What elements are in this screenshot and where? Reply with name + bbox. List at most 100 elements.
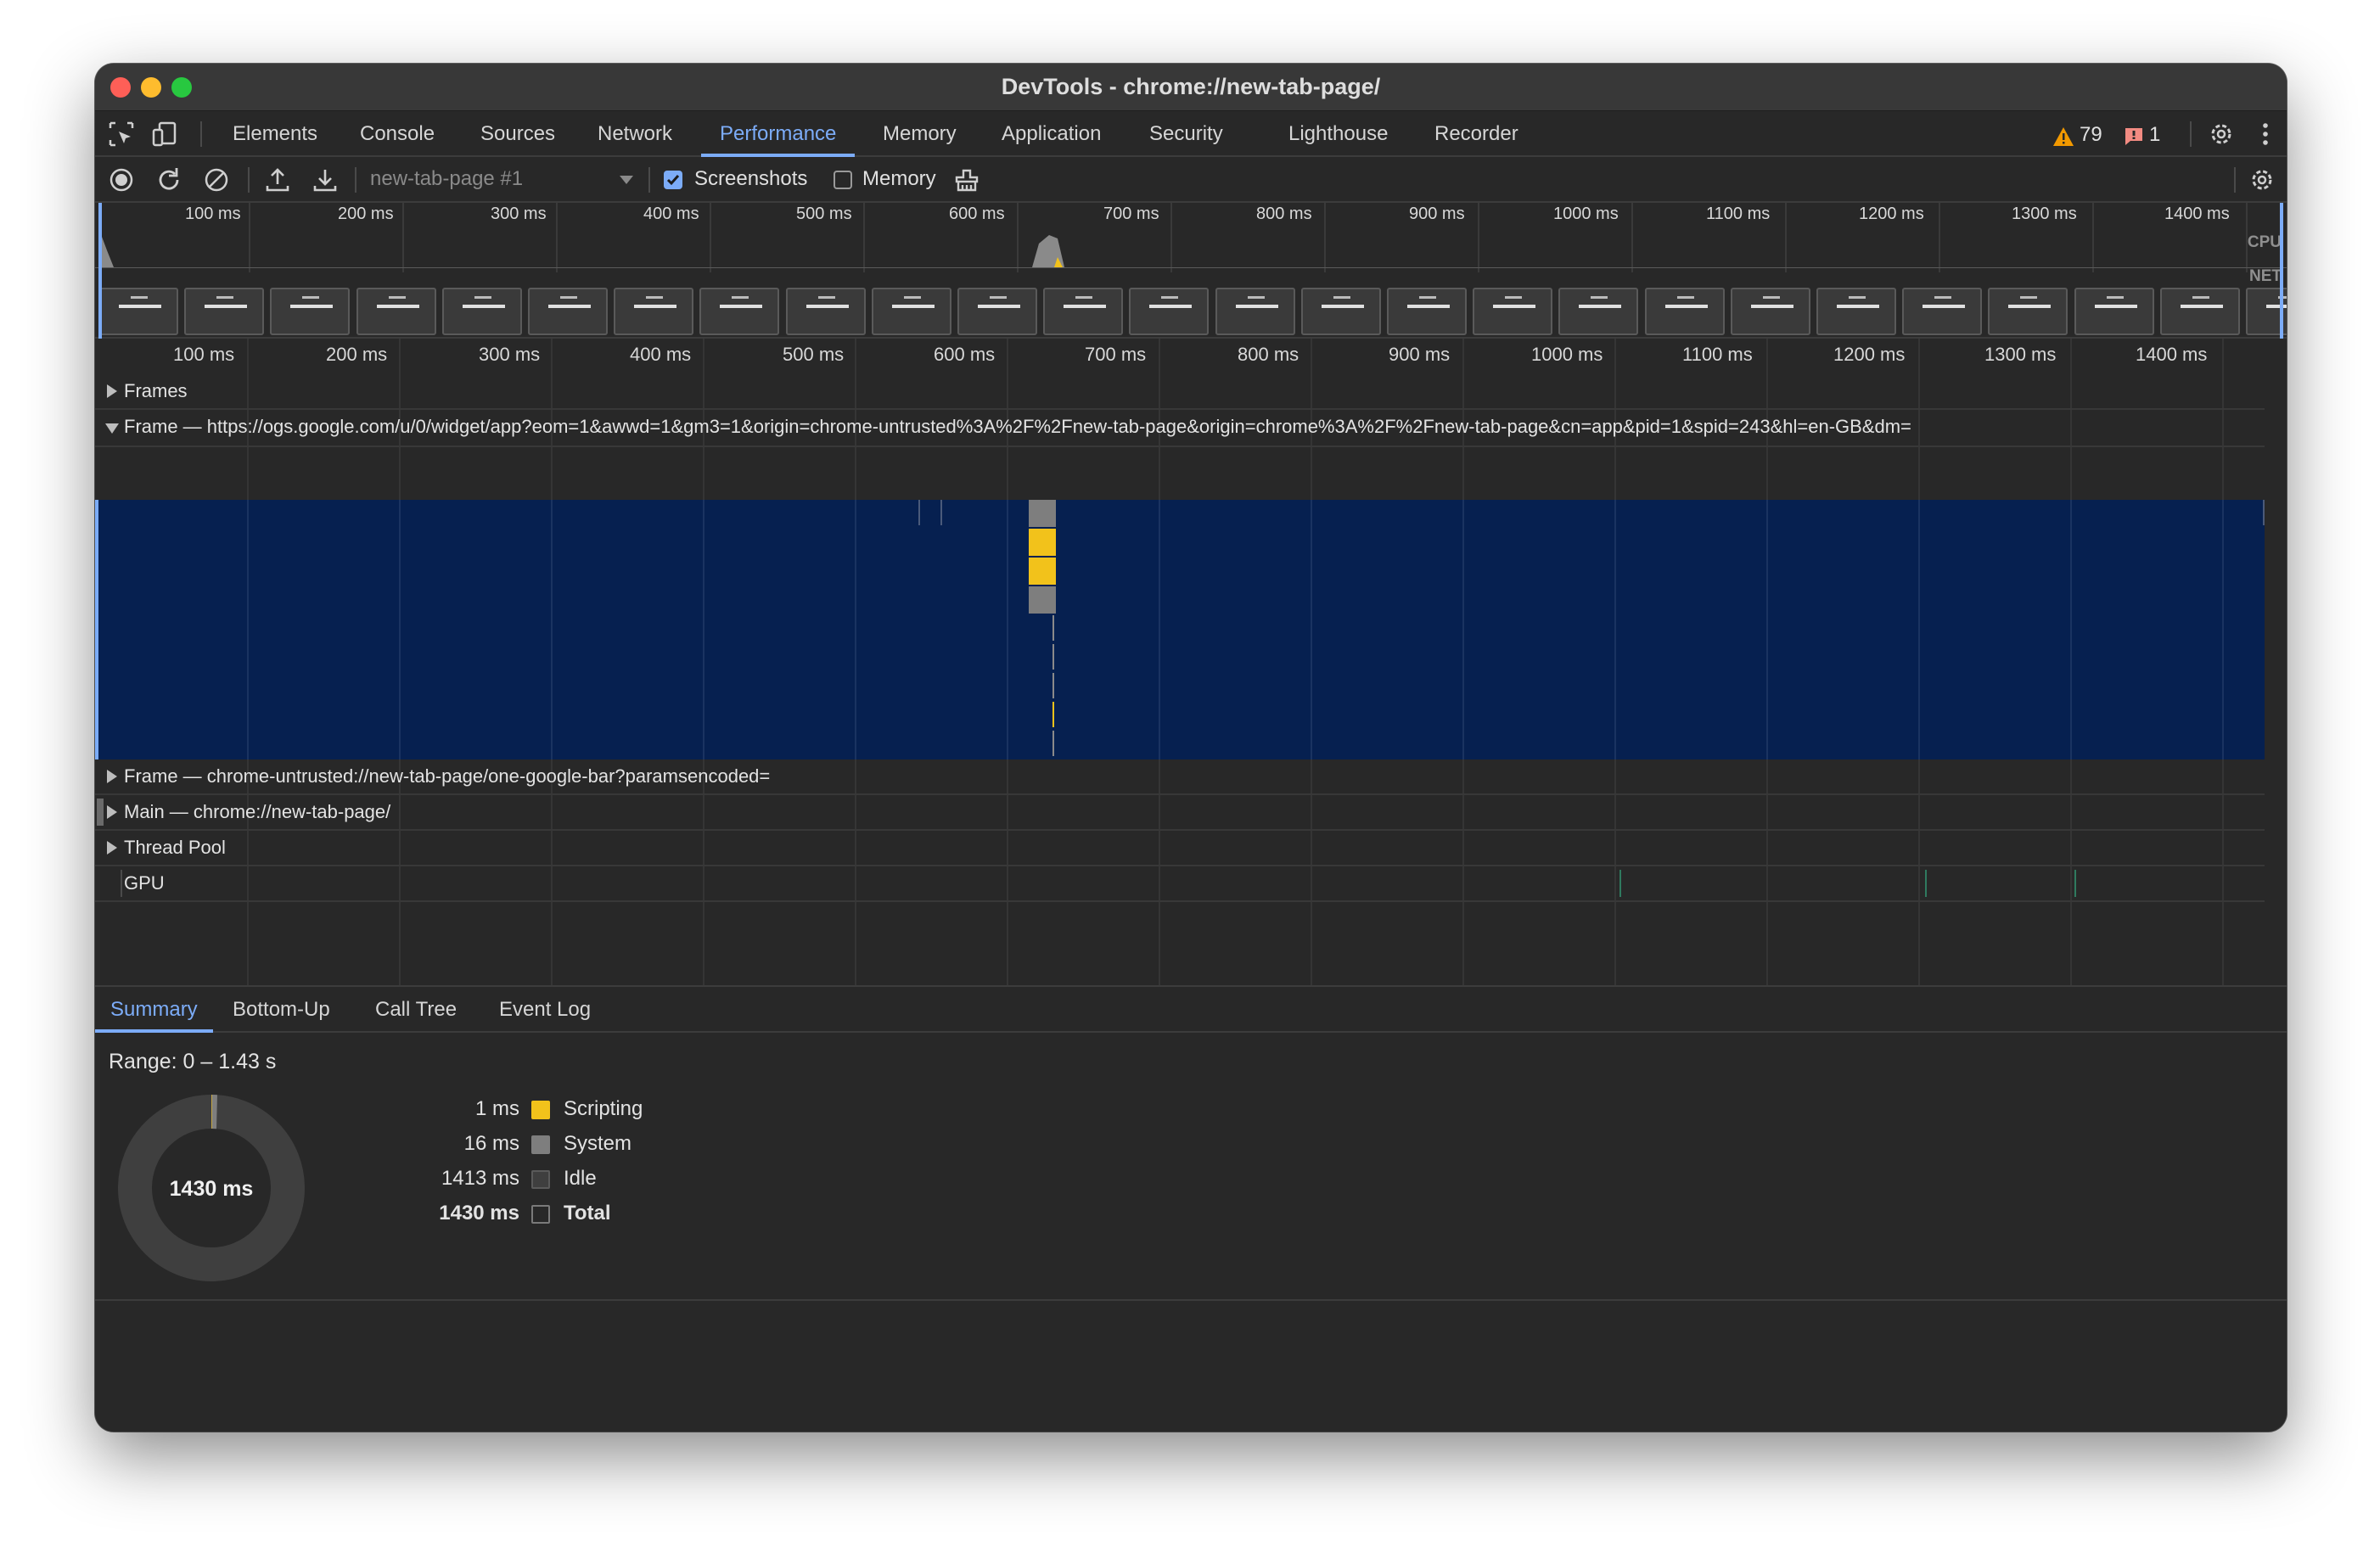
screenshot-thumbnail[interactable] [871,288,951,335]
screenshot-thumbnail[interactable] [1816,288,1896,335]
reload-record-icon[interactable] [154,165,183,194]
flame-chart[interactable]: 100 ms 200 ms 300 ms 400 ms 500 ms 600 m… [95,339,2287,985]
screenshot-filmstrip[interactable] [95,286,2287,339]
scripting-task-block[interactable] [1029,558,1056,585]
screenshot-thumbnail[interactable] [184,288,265,335]
gpu-task-marker[interactable] [2074,870,2076,897]
event-marker[interactable] [1052,644,1054,670]
screenshot-thumbnail[interactable] [1215,288,1295,335]
tab-sources[interactable]: Sources [462,111,574,157]
tab-bottom-up[interactable]: Bottom-Up [217,987,345,1033]
legend-row-idle: 1413 ms Idle [350,1167,689,1201]
screenshot-thumbnail[interactable] [1988,288,2068,335]
event-marker[interactable] [1052,731,1054,756]
download-icon[interactable] [311,165,340,194]
event-marker[interactable] [918,500,920,525]
screenshot-thumbnail[interactable] [1129,288,1210,335]
device-toolbar-icon[interactable] [151,120,180,149]
frame-gridline [855,500,856,759]
timeline-overview[interactable]: 100 ms 200 ms 300 ms 400 ms 500 ms 600 m… [95,203,2287,339]
screenshot-thumbnail[interactable] [1902,288,1983,335]
screenshot-thumbnail[interactable] [957,288,1037,335]
tab-summary[interactable]: Summary [95,987,213,1033]
screenshot-thumbnail[interactable] [785,288,866,335]
track-label: Thread Pool [124,837,226,858]
track-main[interactable]: Main — chrome://new-tab-page/ [95,795,2265,831]
event-marker[interactable] [1052,702,1054,727]
screenshot-thumbnail[interactable] [1473,288,1553,335]
error-count[interactable]: 1 [2149,123,2160,147]
expand-arrow-icon[interactable] [107,384,117,398]
track-frame-one-google-bar[interactable]: Frame — chrome-untrusted://new-tab-page/… [95,759,2265,795]
legend-name: Idle [564,1167,597,1190]
frame-ogs-flame-area[interactable] [95,500,2265,759]
track-thread-pool[interactable]: Thread Pool [95,831,2265,866]
warning-count[interactable]: 79 [2080,123,2102,147]
system-task-block[interactable] [1029,586,1056,614]
settings-gear-icon[interactable] [2207,120,2236,149]
screenshots-checkbox[interactable] [664,171,682,189]
collapse-arrow-icon[interactable] [105,423,119,434]
track-label: Frame — https://ogs.google.com/u/0/widge… [124,416,1911,437]
tab-performance[interactable]: Performance [701,111,856,157]
screenshot-thumbnail[interactable] [699,288,780,335]
event-marker[interactable] [2263,500,2265,525]
legend-name: Scripting [564,1097,643,1120]
screenshot-thumbnail[interactable] [1043,288,1124,335]
selection-handle-right[interactable] [2280,203,2283,339]
legend-value: 1430 ms [439,1202,519,1225]
tab-call-tree[interactable]: Call Tree [360,987,472,1033]
window-title: DevTools - chrome://new-tab-page/ [1001,74,1381,99]
screenshot-thumbnail[interactable] [1387,288,1467,335]
memory-checkbox[interactable] [834,171,852,189]
expand-arrow-icon[interactable] [107,841,117,855]
screenshot-thumbnail[interactable] [1644,288,1725,335]
screenshot-thumbnail[interactable] [98,288,178,335]
tab-security[interactable]: Security [1131,111,1242,157]
expand-arrow-icon[interactable] [107,805,117,819]
screenshot-thumbnail[interactable] [528,288,608,335]
expand-arrow-icon[interactable] [107,770,117,783]
tab-memory[interactable]: Memory [864,111,975,157]
screenshot-thumbnail[interactable] [2074,288,2154,335]
event-marker[interactable] [1052,673,1054,698]
error-icon[interactable] [2124,126,2144,147]
screenshot-thumbnail[interactable] [1300,288,1381,335]
screenshot-thumbnail[interactable] [441,288,522,335]
tab-event-log[interactable]: Event Log [484,987,606,1033]
gpu-task-marker[interactable] [1925,870,1927,897]
screenshot-thumbnail[interactable] [1730,288,1810,335]
tab-elements[interactable]: Elements [214,111,336,157]
title-bar: DevTools - chrome://new-tab-page/ [95,64,2287,111]
tab-recorder[interactable]: Recorder [1416,111,1537,157]
more-options-icon[interactable] [2251,120,2280,149]
record-icon[interactable] [107,165,136,194]
tab-lighthouse[interactable]: Lighthouse [1270,111,1406,157]
track-gpu[interactable]: GPU [95,866,2265,902]
system-task-block[interactable] [1029,500,1056,527]
tab-console[interactable]: Console [341,111,453,157]
track-frame-ogs[interactable]: Frame — https://ogs.google.com/u/0/widge… [95,410,2265,447]
track-frames[interactable]: Frames [95,374,2265,410]
screenshot-thumbnail[interactable] [614,288,694,335]
tab-application[interactable]: Application [983,111,1120,157]
scripting-task-block[interactable] [1029,529,1056,556]
event-marker[interactable] [940,500,942,525]
inspect-element-icon[interactable] [107,120,136,149]
screenshot-thumbnail[interactable] [1558,288,1639,335]
gpu-task-marker[interactable] [1619,870,1621,897]
screenshot-thumbnail[interactable] [2159,288,2240,335]
garbage-collect-icon[interactable] [952,165,981,194]
details-tab-bar: Summary Bottom-Up Call Tree Event Log [95,985,2287,1033]
capture-settings-gear-icon[interactable] [2248,165,2276,194]
timeline-tick: 500 ms [783,344,845,365]
event-marker[interactable] [1052,615,1054,641]
screenshot-thumbnail[interactable] [270,288,351,335]
clear-icon[interactable] [202,165,231,194]
upload-icon[interactable] [263,165,292,194]
warning-icon[interactable] [2052,126,2074,147]
tab-network[interactable]: Network [579,111,691,157]
profile-select[interactable]: new-tab-page #1 [365,164,637,194]
screenshot-thumbnail[interactable] [356,288,436,335]
selection-handle-left[interactable] [98,203,102,339]
